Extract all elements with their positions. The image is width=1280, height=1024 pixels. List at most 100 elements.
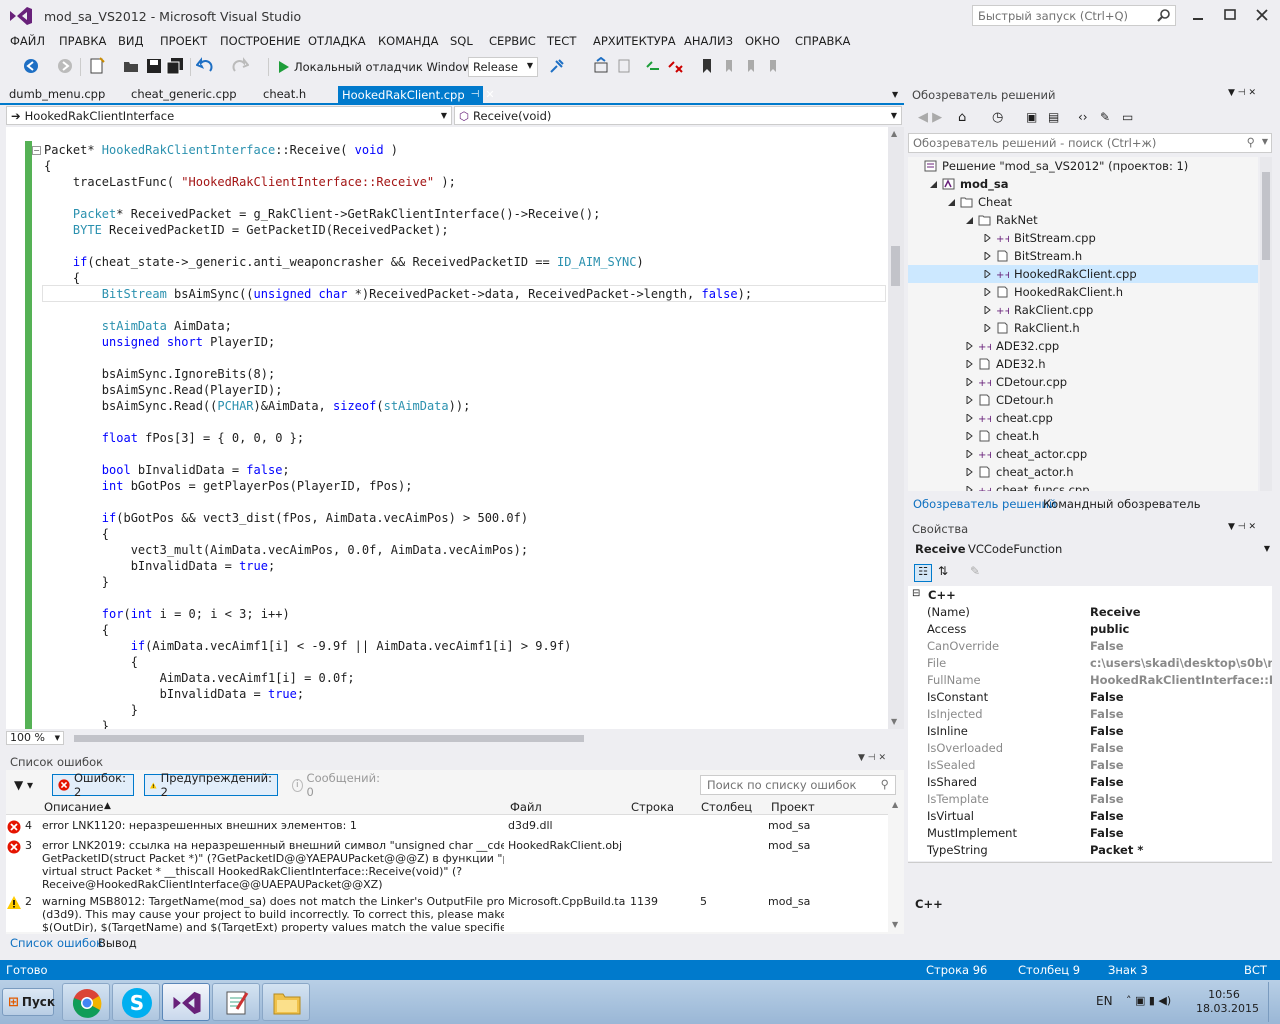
bookmark-icon[interactable] — [698, 57, 716, 75]
property-row[interactable]: IsSealed False — [926, 757, 1272, 774]
show-all-files-icon[interactable]: ▤ — [1048, 110, 1059, 124]
code-line[interactable]: bsAimSync.IgnoreBits(8); — [44, 366, 275, 382]
collapse-all-icon[interactable]: ▣ — [1026, 110, 1037, 124]
pane-menu-icon[interactable]: ▼ ⊣ ✕ — [1228, 88, 1256, 98]
scroll-thumb[interactable] — [891, 246, 900, 286]
save-icon[interactable] — [145, 57, 163, 75]
tree-item[interactable]: BitStream.h — [908, 247, 1258, 265]
property-row[interactable]: (Name) Receive — [926, 604, 1272, 621]
scroll-down-icon[interactable]: ▼ — [891, 717, 897, 726]
collapsed-arrow-icon[interactable] — [984, 288, 991, 296]
scroll-down-icon[interactable]: ▼ — [892, 920, 898, 929]
code-line[interactable]: bInvalidData = true; — [44, 686, 305, 702]
pane-menu-icon[interactable]: ▼ ⊣ ✕ — [858, 753, 886, 763]
preview-icon[interactable]: ▭ — [1122, 110, 1133, 124]
code-line[interactable]: Packet* ReceivedPacket = g_RakClient->Ge… — [44, 206, 600, 222]
errors-filter-button[interactable]: Ошибок: 2 — [52, 771, 134, 799]
open-file-icon[interactable] — [122, 57, 140, 75]
bookmark-nav-icon[interactable] — [592, 57, 610, 75]
close-icon[interactable]: ✕ — [485, 88, 494, 101]
collapsed-arrow-icon[interactable] — [966, 342, 973, 350]
tree-item[interactable]: RakNet — [908, 211, 1258, 229]
tab-hookedrakclient-cpp[interactable]: HookedRakClient.cpp ⊣ ✕ — [338, 86, 495, 103]
warnings-filter-button[interactable]: Предупреждений: 2 — [144, 771, 278, 799]
collapsed-arrow-icon[interactable] — [966, 432, 973, 440]
skype-taskbar-button[interactable]: S — [112, 983, 160, 1021]
code-line[interactable]: { — [44, 526, 109, 542]
property-row[interactable]: FullName HookedRakClientInterface::Rece — [926, 672, 1272, 689]
collapse-icon[interactable]: − — [32, 146, 41, 155]
tree-item[interactable]: ++ cheat_actor.cpp — [908, 445, 1258, 463]
forward-icon[interactable] — [56, 57, 74, 75]
code-line[interactable]: { — [44, 654, 138, 670]
messages-filter-button[interactable]: i Сообщений: 0 — [286, 771, 386, 799]
tab-cheat-h[interactable]: cheat.h — [263, 87, 306, 101]
step-icon[interactable] — [615, 57, 633, 75]
menu-build[interactable]: ПОСТРОЕНИЕ — [220, 34, 301, 48]
tab-team-explorer[interactable]: Командный обозреватель — [1043, 497, 1201, 511]
collapsed-arrow-icon[interactable] — [966, 450, 973, 458]
code-line[interactable]: vect3_mult(AimData.vecAimPos, 0.0f, AimD… — [44, 542, 528, 558]
scroll-up-icon[interactable]: ▲ — [891, 129, 897, 138]
collapsed-arrow-icon[interactable] — [966, 360, 973, 368]
collapsed-arrow-icon[interactable] — [966, 396, 973, 404]
undo-icon[interactable] — [196, 57, 214, 75]
view-code-icon[interactable]: ‹› — [1078, 110, 1088, 124]
tree-item[interactable]: ++ ADE32.cpp — [908, 337, 1258, 355]
collapsed-arrow-icon[interactable] — [966, 378, 973, 386]
code-line[interactable]: float fPos[3] = { 0, 0, 0 }; — [44, 430, 304, 446]
code-line[interactable]: BYTE ReceivedPacketID = GetPacketID(Rece… — [44, 222, 449, 238]
menu-window[interactable]: ОКНО — [745, 34, 780, 48]
tab-cheat-generic-cpp[interactable]: cheat_generic.cpp — [131, 87, 237, 101]
code-line[interactable]: if(AimData.vecAimf1[i] < -9.9f || AimDat… — [44, 638, 572, 654]
solution-search-input[interactable]: Обозреватель решений - поиск (Ctrl+ж) ⚲ … — [908, 133, 1272, 153]
categorized-icon[interactable]: ☷ — [914, 564, 932, 582]
pane-menu-icon[interactable]: ▼ ⊣ ✕ — [1228, 522, 1256, 532]
editor-vertical-scrollbar[interactable] — [888, 127, 904, 729]
start-debugging-button[interactable]: Локальный отладчик Windows ▼ — [278, 58, 488, 76]
scroll-up-icon[interactable]: ▲ — [892, 800, 898, 809]
collapsed-arrow-icon[interactable] — [984, 306, 991, 314]
properties-icon[interactable]: ✎ — [1100, 110, 1110, 124]
menu-file[interactable]: ФАЙЛ — [10, 34, 45, 48]
menu-edit[interactable]: ПРАВКА — [59, 34, 106, 48]
scope-dropdown[interactable]: ➔ HookedRakClientInterface ▼ — [6, 106, 452, 125]
code-line[interactable]: unsigned short PlayerID; — [44, 334, 275, 350]
clear-bookmarks-icon[interactable] — [764, 57, 782, 75]
menu-sql[interactable]: SQL — [450, 34, 473, 48]
column-column[interactable]: Столбец — [701, 800, 752, 814]
tab-solution-explorer[interactable]: Обозреватель решений — [913, 497, 1057, 511]
tab-dumb-menu-cpp[interactable]: dumb_menu.cpp — [9, 87, 105, 101]
code-line[interactable]: bool bInvalidData = false; — [44, 462, 290, 478]
tree-item[interactable]: ++ cheat_funcs.cpp — [908, 481, 1258, 491]
redo-icon[interactable] — [231, 57, 249, 75]
property-row[interactable]: IsShared False — [926, 774, 1272, 791]
column-project[interactable]: Проект — [771, 800, 815, 814]
comment-icon[interactable] — [644, 57, 662, 75]
error-search-input[interactable]: Поиск по списку ошибок ⚲ — [700, 775, 896, 795]
menu-view[interactable]: ВИД — [118, 34, 143, 48]
tree-item[interactable]: cheat.h — [908, 427, 1258, 445]
column-description[interactable]: Описание — [44, 800, 103, 814]
tree-item[interactable]: RakClient.h — [908, 319, 1258, 337]
next-bookmark-icon[interactable] — [742, 57, 760, 75]
tree-item[interactable]: cheat_actor.h — [908, 463, 1258, 481]
collapse-icon[interactable]: ⊟ — [912, 588, 920, 599]
tab-output[interactable]: Вывод — [98, 936, 137, 950]
uncomment-icon[interactable] — [666, 57, 684, 75]
code-line[interactable]: if(cheat_state->_generic.anti_weaponcras… — [44, 254, 644, 270]
code-line[interactable]: bsAimSync.Read(PlayerID); — [44, 382, 283, 398]
menu-debug[interactable]: ОТЛАДКА — [308, 34, 366, 48]
maximize-icon[interactable] — [1220, 6, 1240, 24]
code-line[interactable]: } — [44, 574, 109, 590]
code-line[interactable]: BitStream bsAimSync((unsigned char *)Rec… — [44, 286, 752, 302]
tab-error-list[interactable]: Список ошибок — [10, 936, 103, 950]
chrome-taskbar-button[interactable] — [62, 983, 110, 1021]
prev-bookmark-icon[interactable] — [720, 57, 738, 75]
tray-icons[interactable]: ˄ ▣ ▮ ◀) — [1126, 994, 1171, 1007]
property-row[interactable]: IsOverloaded False — [926, 740, 1272, 757]
code-line[interactable]: } — [44, 718, 109, 729]
property-row[interactable]: TypeString Packet * — [926, 842, 1272, 859]
attach-icon[interactable] — [548, 57, 566, 75]
tree-item[interactable]: CDetour.h — [908, 391, 1258, 409]
